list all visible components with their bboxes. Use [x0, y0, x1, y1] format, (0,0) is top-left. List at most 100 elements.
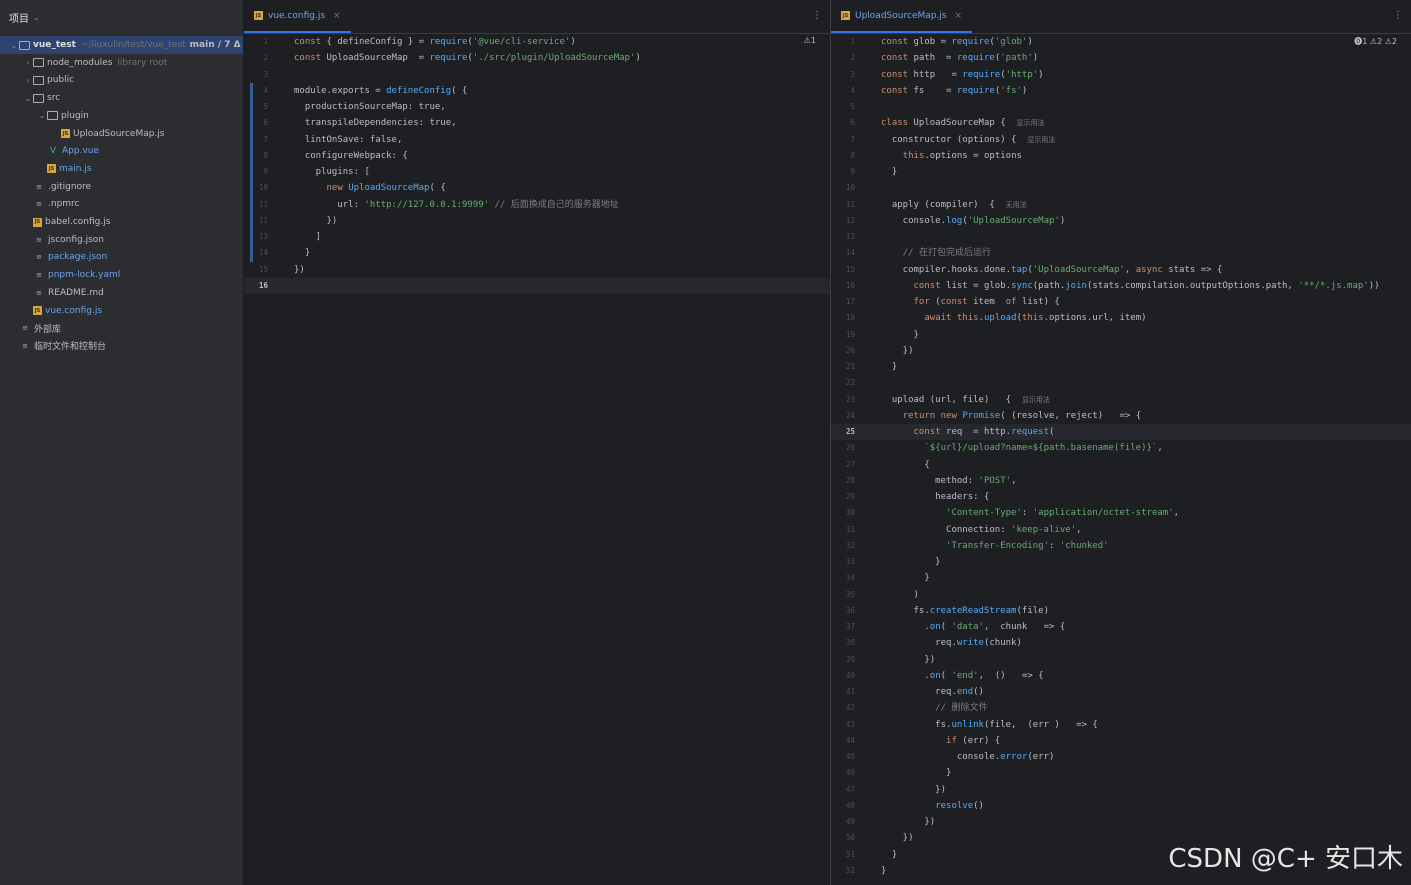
code-line[interactable]: productionSourceMap: true,: [294, 99, 446, 115]
close-icon[interactable]: ×: [333, 11, 341, 21]
tree-item[interactable]: ⌄ vue_test ~/liuxulin/test/vue_test main / …: [0, 36, 243, 54]
tree-item[interactable]: › node_modules library root: [23, 54, 167, 72]
code-line[interactable]: Connection: 'keep-alive',: [881, 522, 1081, 538]
tree-item[interactable]: ≡ README.md: [23, 284, 104, 302]
tree-item[interactable]: ⌄ plugin: [37, 107, 89, 125]
tab-vue-config[interactable]: JS vue.config.js ×: [244, 0, 351, 33]
code-line[interactable]: for (const item of list) {: [881, 294, 1060, 310]
tree-item[interactable]: JS babel.config.js: [23, 213, 110, 231]
inspection-indicators[interactable]: ⓿1 ⚠2 ⚠2: [1354, 36, 1397, 47]
code-line[interactable]: method: 'POST',: [881, 473, 1016, 489]
code-line[interactable]: }): [881, 652, 935, 668]
code-line[interactable]: }): [881, 782, 946, 798]
code-line[interactable]: const fs = require('fs'): [881, 83, 1027, 99]
code-line[interactable]: 'Transfer-Encoding': 'chunked': [881, 538, 1109, 554]
chevron-down-icon[interactable]: ⌄: [37, 111, 47, 120]
code-line[interactable]: headers: {: [881, 489, 989, 505]
code-line[interactable]: }): [881, 343, 914, 359]
code-line[interactable]: ): [881, 587, 919, 603]
code-line[interactable]: `${url}/upload?name=${path.basename(file…: [881, 440, 1162, 456]
more-options-icon[interactable]: ⋮: [812, 10, 822, 21]
tree-item-label: node_modules: [47, 57, 113, 68]
code-line[interactable]: return new Promise( (resolve, reject) =>…: [881, 408, 1141, 424]
code-line[interactable]: fs.createReadStream(file): [881, 603, 1050, 619]
code-line[interactable]: }: [881, 164, 897, 180]
close-icon[interactable]: ×: [955, 11, 963, 21]
tree-item[interactable]: ≡ jsconfig.json: [23, 231, 104, 249]
more-options-icon[interactable]: ⋮: [1393, 10, 1403, 21]
chevron-right-icon[interactable]: ›: [23, 58, 33, 67]
tree-item[interactable]: ≡ .gitignore: [23, 178, 91, 196]
code-line[interactable]: }: [881, 847, 897, 863]
code-line[interactable]: }): [881, 814, 935, 830]
code-line[interactable]: const UploadSourceMap = require('./src/p…: [294, 50, 641, 66]
chevron-down-icon[interactable]: ⌄: [23, 94, 33, 103]
code-line[interactable]: module.exports = defineConfig( {: [294, 83, 467, 99]
code-line[interactable]: fs.unlink(file, (err ) => {: [881, 717, 1098, 733]
code-line[interactable]: 'Content-Type': 'application/octet-strea…: [881, 505, 1179, 521]
tree-item[interactable]: ⌄ src: [23, 89, 61, 107]
code-line[interactable]: lintOnSave: false,: [294, 132, 403, 148]
code-line[interactable]: const http = require('http'): [881, 67, 1044, 83]
code-line[interactable]: // 删除文件: [881, 700, 987, 716]
tree-item[interactable]: ≡ 外部库: [9, 319, 61, 337]
code-line[interactable]: }: [881, 765, 951, 781]
code-line[interactable]: this.options = options: [881, 148, 1022, 164]
code-line[interactable]: const glob = require('glob'): [881, 34, 1033, 50]
code-line[interactable]: ]: [294, 229, 321, 245]
chevron-right-icon[interactable]: ›: [23, 76, 33, 85]
code-line[interactable]: const { defineConfig } = require('@vue/c…: [294, 34, 576, 50]
code-line[interactable]: upload (url, file) { 显示用法: [881, 392, 1050, 408]
code-line[interactable]: apply (compiler) { 无用法: [881, 197, 1027, 213]
code-line[interactable]: url: 'http://127.0.0.1:9999' // 后面换成自己的服…: [294, 197, 618, 213]
code-line[interactable]: const list = glob.sync(path.join(stats.c…: [881, 278, 1380, 294]
code-line[interactable]: req.end(): [881, 684, 984, 700]
code-line[interactable]: }): [294, 213, 338, 229]
code-line[interactable]: req.write(chunk): [881, 635, 1022, 651]
code-line[interactable]: await this.upload(this.options.url, item…: [881, 310, 1146, 326]
line-number: 22: [845, 378, 855, 388]
code-line[interactable]: }: [294, 245, 310, 261]
sidebar-header[interactable]: 项目 ⌄: [0, 0, 243, 34]
code-line[interactable]: {: [881, 457, 929, 473]
chevron-down-icon[interactable]: ⌄: [9, 41, 19, 50]
tree-item[interactable]: JS vue.config.js: [23, 302, 102, 320]
code-line[interactable]: constructor (options) { 显示用法: [881, 132, 1055, 148]
inspection-indicator[interactable]: ⚠1: [804, 36, 816, 45]
code-line[interactable]: class UploadSourceMap { 显示用法: [881, 115, 1044, 131]
code-line[interactable]: }): [294, 262, 305, 278]
tree-item[interactable]: V App.vue: [37, 142, 99, 160]
code-line[interactable]: }: [881, 863, 886, 879]
tree-item[interactable]: › public: [23, 71, 74, 89]
tree-item[interactable]: ≡ package.json: [23, 248, 107, 266]
code-line[interactable]: }: [881, 359, 897, 375]
code-line[interactable]: const req = http.request(: [881, 424, 1055, 440]
tree-item[interactable]: ≡ .npmrc: [23, 195, 79, 213]
code-line[interactable]: .on( 'end', () => {: [881, 668, 1043, 684]
line-number: 25: [845, 427, 855, 436]
tree-item[interactable]: ≡ pnpm-lock.yaml: [23, 266, 120, 284]
vcs-change-marker[interactable]: [250, 82, 253, 262]
tab-upload-source-map[interactable]: JS UploadSourceMap.js ×: [831, 0, 973, 33]
code-line[interactable]: }: [881, 327, 919, 343]
code-line[interactable]: new UploadSourceMap( {: [294, 180, 446, 196]
code-line[interactable]: }: [881, 570, 929, 586]
tree-item[interactable]: JS UploadSourceMap.js: [51, 125, 165, 143]
code-line[interactable]: }): [881, 830, 914, 846]
code-line[interactable]: const path = require('path'): [881, 50, 1038, 66]
code-line[interactable]: }: [881, 554, 940, 570]
code-line[interactable]: transpileDependencies: true,: [294, 115, 457, 131]
tree-item[interactable]: JS main.js: [37, 160, 92, 178]
code-line[interactable]: compiler.hooks.done.tap('UploadSourceMap…: [881, 262, 1223, 278]
folder-icon: [33, 58, 44, 68]
code-line[interactable]: .on( 'data', chunk => {: [881, 619, 1065, 635]
code-line[interactable]: plugins: [: [294, 164, 370, 180]
code-line[interactable]: if (err) {: [881, 733, 1000, 749]
tree-item[interactable]: ≡ 临时文件和控制台: [9, 337, 106, 355]
tree-item-label: src: [47, 93, 61, 104]
code-line[interactable]: console.log('UploadSourceMap'): [881, 213, 1066, 229]
code-line[interactable]: resolve(): [881, 798, 984, 814]
code-line[interactable]: configureWebpack: {: [294, 148, 408, 164]
code-line[interactable]: console.error(err): [881, 749, 1055, 765]
code-line[interactable]: // 在打包完成后运行: [881, 245, 991, 261]
